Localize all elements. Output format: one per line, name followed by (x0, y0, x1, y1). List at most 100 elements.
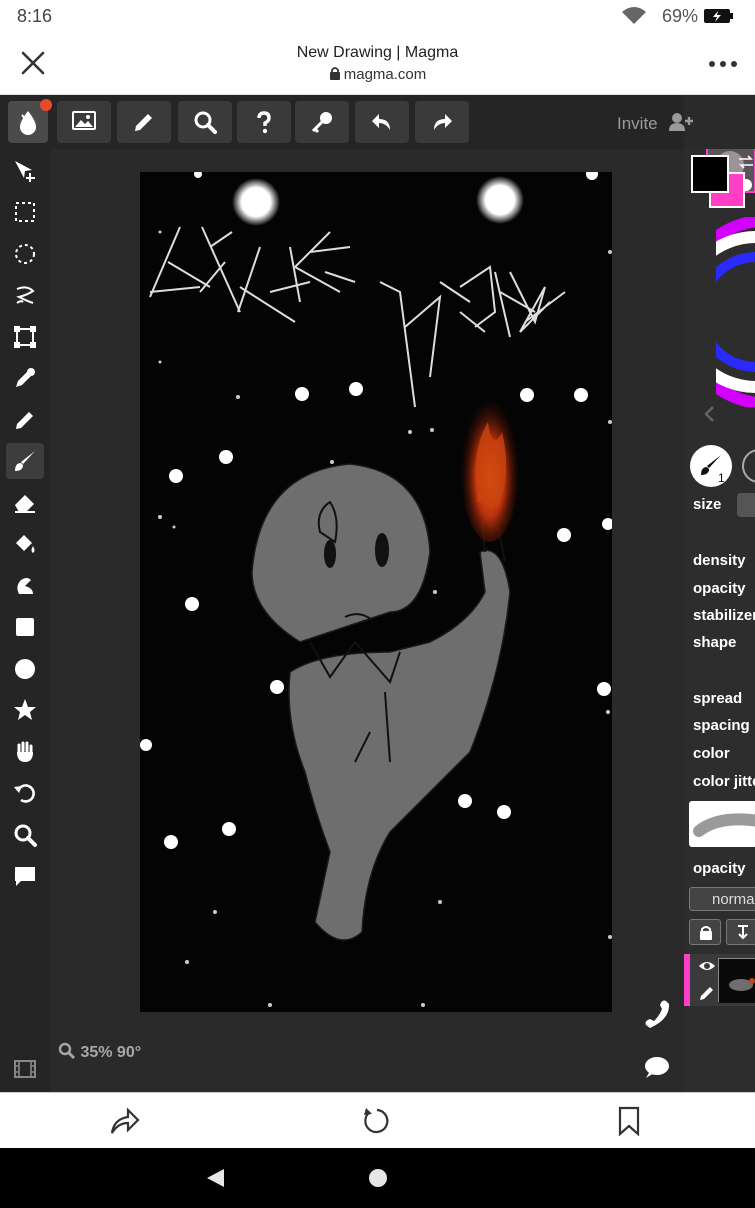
magma-app: Invite 35% 90° 1 size density opacity st… (0, 95, 755, 1092)
status-time: 8:16 (17, 6, 53, 26)
rect-select-icon (15, 202, 35, 222)
hand-icon (17, 741, 33, 762)
zoom-readout-text: 35% 90° (80, 1044, 142, 1061)
smudge-icon (17, 578, 33, 594)
battery-icon (704, 9, 733, 23)
color-jitter-label: color jitte (693, 773, 755, 790)
bookmark-icon[interactable] (618, 1106, 640, 1136)
merge-layer-button[interactable] (726, 919, 755, 945)
comment-icon (15, 867, 35, 886)
key-button[interactable] (295, 101, 349, 143)
circle-tool[interactable] (6, 651, 44, 687)
image-button[interactable] (57, 101, 111, 143)
rect-select-tool[interactable] (6, 194, 44, 230)
status-bar: 8:16 69% (0, 0, 755, 32)
brush-preset-button-2[interactable] (742, 449, 755, 483)
rotate-tool[interactable] (6, 775, 44, 811)
share-icon[interactable] (110, 1107, 140, 1135)
move-icon (15, 161, 35, 182)
zoom-readout[interactable]: 35% 90° (58, 1042, 141, 1062)
help-icon (257, 111, 271, 134)
pencil-tool-icon (16, 412, 33, 429)
eraser-icon (15, 495, 35, 513)
battery-percent: 69% (662, 6, 699, 26)
help-button[interactable] (237, 101, 291, 143)
search-button[interactable] (178, 101, 232, 143)
lock-icon (329, 67, 340, 80)
hand-tool[interactable] (6, 734, 44, 770)
canvas-area[interactable]: 35% 90° (50, 149, 684, 1092)
brush-preset-badge: 1 (718, 471, 725, 485)
fill-icon (16, 535, 35, 553)
magma-logo-icon (20, 111, 36, 135)
chat-icon[interactable] (642, 1054, 670, 1080)
brush-tool[interactable] (6, 443, 44, 479)
move-tool[interactable] (6, 153, 44, 189)
ellipse-select-tool[interactable] (6, 236, 44, 272)
transform-icon (14, 326, 36, 348)
blend-mode-select[interactable]: norma (689, 887, 755, 911)
pencil-button[interactable] (117, 101, 171, 143)
phone-icon[interactable] (642, 999, 670, 1029)
lasso-tool[interactable] (6, 277, 44, 313)
eraser-tool[interactable] (6, 485, 44, 521)
transform-tool[interactable] (6, 319, 44, 355)
image-icon (72, 111, 96, 130)
rotate-icon (14, 784, 35, 803)
size-control[interactable] (737, 493, 755, 517)
browser-header: New Drawing | Magma magma.com (0, 32, 755, 95)
more-options-icon[interactable] (708, 60, 738, 68)
swap-colors-icon[interactable] (737, 155, 755, 169)
eyedropper-icon (16, 368, 35, 387)
magma-menu-button[interactable] (8, 99, 52, 143)
ellipse-select-icon (15, 244, 35, 264)
lock-layer-button[interactable] (689, 919, 721, 945)
layer-thumbnail (718, 958, 755, 1003)
color-wheel[interactable] (716, 217, 755, 407)
zoom-icon (14, 824, 37, 847)
redo-button[interactable] (415, 101, 469, 143)
layer-edit-icon[interactable] (698, 984, 716, 1002)
density-label: density (693, 552, 746, 569)
search-icon (194, 111, 217, 134)
star-tool[interactable] (6, 692, 44, 728)
reload-icon[interactable] (362, 1106, 392, 1136)
pencil-tool[interactable] (6, 402, 44, 438)
browser-bottom-bar (0, 1092, 755, 1148)
layer-row[interactable] (684, 954, 755, 1006)
home-nav-icon[interactable] (367, 1167, 389, 1189)
wifi-icon (622, 7, 646, 24)
layer-thumbnail-image (719, 959, 755, 1003)
spacing-label: spacing (693, 717, 750, 734)
page-url: magma.com (0, 66, 755, 83)
back-nav-icon[interactable] (204, 1167, 226, 1189)
lasso-icon (16, 286, 35, 304)
size-label: size (693, 496, 722, 513)
chevron-left-icon[interactable] (702, 405, 716, 423)
notification-dot (40, 99, 52, 111)
circle-icon (15, 659, 35, 679)
key-icon (311, 112, 332, 134)
eye-icon[interactable] (698, 960, 716, 972)
undo-button[interactable] (355, 101, 409, 143)
invite-label[interactable]: Invite (617, 114, 658, 134)
brush-settings-panel: 1 size density opacity stabilizer shape … (684, 149, 755, 1092)
brush-preset-button[interactable]: 1 (690, 445, 732, 487)
drawing-canvas[interactable] (140, 168, 614, 1012)
zoom-tool[interactable] (6, 817, 44, 853)
zoom-readout-icon (58, 1042, 76, 1060)
animation-button[interactable] (6, 1051, 44, 1087)
smudge-tool[interactable] (6, 568, 44, 604)
primary-color-swatch[interactable] (691, 155, 729, 193)
redo-icon (434, 114, 452, 130)
shape-label: shape (693, 634, 737, 651)
rectangle-tool[interactable] (6, 609, 44, 645)
fill-tool[interactable] (6, 526, 44, 562)
color-label: color (693, 745, 730, 762)
comment-tool[interactable] (6, 858, 44, 894)
rectangle-icon (16, 618, 34, 636)
eyedropper-tool[interactable] (6, 360, 44, 396)
brush-icon (15, 451, 35, 471)
layer-opacity-label: opacity (693, 860, 746, 877)
add-user-icon[interactable] (669, 112, 693, 132)
